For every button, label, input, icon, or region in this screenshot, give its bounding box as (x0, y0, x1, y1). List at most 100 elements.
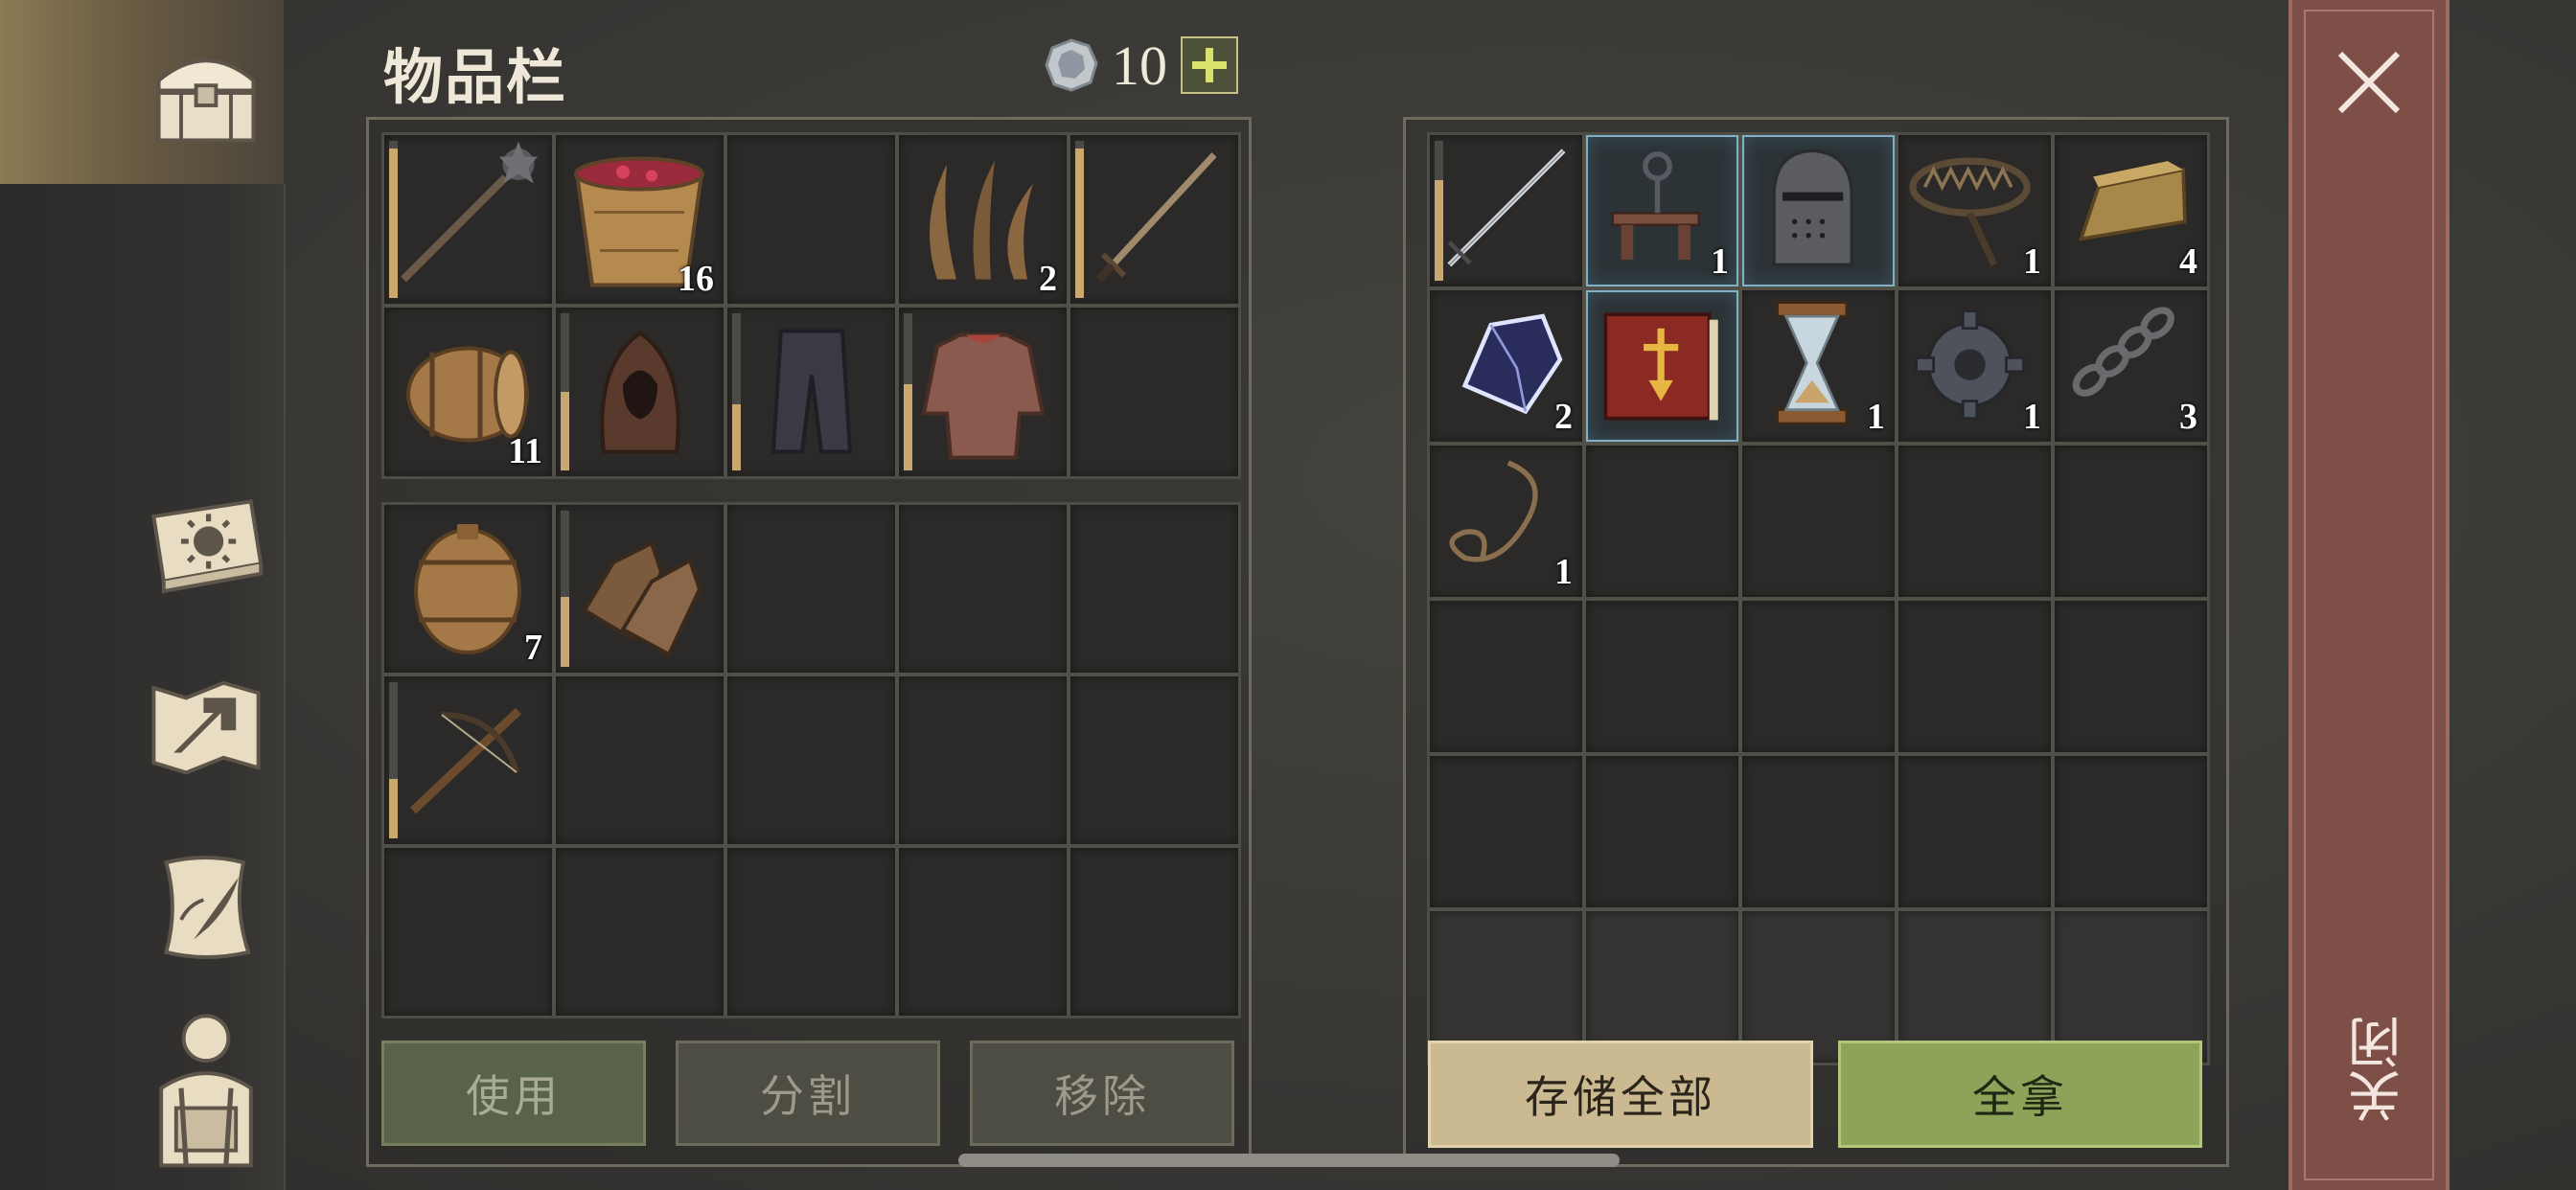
backpack-slot[interactable] (556, 505, 724, 673)
storage-slot[interactable] (1586, 446, 1738, 597)
storage-slot[interactable]: 1 (1898, 135, 2051, 286)
storage-slot[interactable] (1898, 756, 2051, 907)
backpack-slot[interactable] (899, 505, 1067, 673)
storage-slot[interactable]: 3 (2055, 290, 2207, 442)
take-all-button[interactable]: 全拿 (1838, 1041, 2202, 1148)
storage-slot[interactable] (1742, 601, 1895, 752)
equipment-slot[interactable] (727, 135, 895, 304)
durability-fill (561, 392, 569, 470)
storage-slot[interactable] (2055, 756, 2207, 907)
item-count: 1 (1867, 397, 1885, 437)
close-panel[interactable]: 关闭 (2288, 0, 2450, 1190)
chest-icon[interactable] (134, 21, 278, 165)
sun-book-icon[interactable] (134, 469, 278, 613)
backpack-slot[interactable]: 7 (384, 505, 552, 673)
split-button[interactable]: 分割 (676, 1041, 940, 1146)
helmet-icon (1772, 149, 1854, 267)
storage-slot[interactable] (1430, 135, 1582, 286)
backpack-slot[interactable] (899, 676, 1067, 844)
storage-slot[interactable] (1898, 446, 2051, 597)
longsword-icon (1447, 149, 1566, 267)
backpack-slot[interactable] (1070, 505, 1238, 673)
storage-grid: 1 1 4 2 1 1 3 1 (1427, 132, 2210, 1065)
durability-fill (732, 404, 741, 470)
currency-amount: 10 (1112, 34, 1167, 97)
item-count: 1 (2023, 241, 2041, 282)
backpack-slot[interactable] (727, 848, 895, 1016)
item-count: 2 (1039, 259, 1057, 299)
durability-fill (1435, 179, 1443, 281)
crossbow-icon (409, 707, 522, 814)
item-count: 1 (1711, 241, 1729, 282)
use-button[interactable]: 使用 (381, 1041, 646, 1146)
item-count: 16 (678, 259, 714, 299)
backpack-slot[interactable] (899, 848, 1067, 1016)
storage-slot[interactable] (1742, 756, 1895, 907)
backpack-slot[interactable] (1070, 676, 1238, 844)
home-indicator (958, 1154, 1620, 1167)
equipment-slot[interactable] (727, 308, 895, 476)
book-icon (1603, 312, 1718, 421)
storage-slot[interactable] (1586, 756, 1738, 907)
storage-slot[interactable]: 1 (1430, 446, 1582, 597)
backpack-slot[interactable] (384, 848, 552, 1016)
storage-slot[interactable] (2055, 446, 2207, 597)
storage-slot[interactable] (1898, 601, 2051, 752)
map-arrow-icon[interactable] (134, 653, 278, 797)
equipment-slot[interactable]: 16 (556, 135, 724, 304)
add-currency-button[interactable] (1181, 36, 1238, 94)
storage-slot[interactable]: 4 (2055, 135, 2207, 286)
close-icon[interactable] (2333, 46, 2405, 119)
storage-slot[interactable] (1586, 601, 1738, 752)
equipment-slot[interactable] (1070, 135, 1238, 304)
durability-bar (732, 313, 741, 470)
item-count: 2 (1554, 397, 1573, 437)
storage-slot[interactable] (1742, 446, 1895, 597)
page-title: 物品栏 (383, 46, 568, 111)
storage-slot[interactable]: 1 (1898, 290, 2051, 442)
backpack-slot[interactable] (556, 676, 724, 844)
backpack-slot[interactable] (1070, 848, 1238, 1016)
storage-slot[interactable]: 1 (1742, 290, 1895, 442)
backpack-slot[interactable] (556, 848, 724, 1016)
durability-fill (904, 383, 912, 470)
gloves-icon (582, 540, 702, 657)
durability-bar (561, 313, 569, 470)
storage-slot[interactable] (1742, 135, 1895, 286)
durability-bar (904, 313, 912, 470)
scroll-quill-icon[interactable] (134, 835, 278, 979)
backpack-slot[interactable] (727, 676, 895, 844)
left-sidebar (0, 0, 286, 1190)
equipment-slot[interactable] (899, 308, 1067, 476)
storage-slot[interactable]: 1 (1586, 135, 1738, 286)
item-count: 7 (524, 628, 542, 668)
hood-icon (600, 331, 680, 454)
durability-fill (389, 779, 398, 838)
pants-icon (770, 329, 853, 454)
equipment-slot[interactable]: 2 (899, 135, 1067, 304)
character-backpack-icon[interactable] (134, 1014, 278, 1168)
storage-slot[interactable] (2055, 601, 2207, 752)
durability-bar (1435, 141, 1443, 281)
remove-button[interactable]: 移除 (970, 1041, 1234, 1146)
close-label[interactable]: 关闭 (2340, 1016, 2418, 1123)
storage-slot[interactable] (1430, 756, 1582, 907)
silver-coin-icon (1045, 38, 1098, 92)
storage-slot[interactable]: 2 (1430, 290, 1582, 442)
durability-fill (1075, 149, 1084, 298)
storage-slot[interactable] (1430, 601, 1582, 752)
storage-slot[interactable] (1586, 290, 1738, 442)
sword-icon (1096, 152, 1217, 283)
equipment-slot[interactable] (384, 135, 552, 304)
equipment-slot[interactable] (556, 308, 724, 476)
equipment-slot[interactable] (1070, 308, 1238, 476)
item-count: 11 (508, 431, 542, 471)
durability-fill (561, 596, 569, 667)
plus-icon (1192, 48, 1227, 82)
backpack-slot[interactable] (384, 676, 552, 844)
equipment-slot[interactable]: 11 (384, 308, 552, 476)
store-all-button[interactable]: 存储全部 (1428, 1041, 1813, 1148)
backpack-slot[interactable] (727, 505, 895, 673)
equipment-grid: 16 2 11 (381, 132, 1241, 479)
chainmail-icon (921, 332, 1046, 460)
